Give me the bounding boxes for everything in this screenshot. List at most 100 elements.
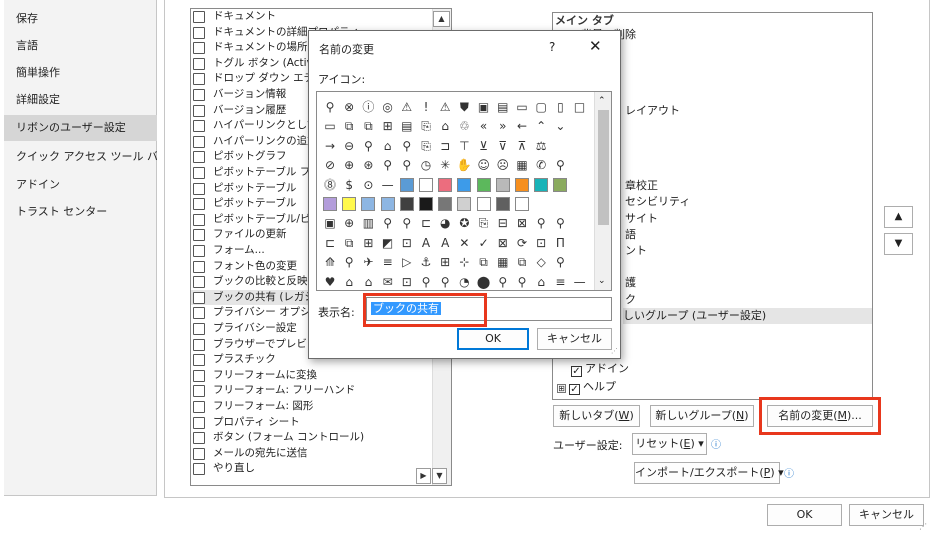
icon-choice[interactable]: □ (571, 98, 589, 116)
icon-choice[interactable]: ⊕ (340, 156, 358, 174)
icon-choice[interactable]: ⎘ (417, 137, 435, 155)
icon-choice[interactable]: ≡ (551, 273, 569, 290)
icon-scroll-down-icon[interactable]: ⌄ (598, 276, 606, 286)
icon-choice[interactable]: ⓘ (359, 98, 377, 116)
icon-choice[interactable]: ⓼ (321, 176, 339, 194)
scroll-down-button[interactable]: ▼ (432, 468, 447, 484)
nav-item-addins[interactable]: アドイン (4, 172, 157, 198)
tree-row-layout[interactable]: レイアウト (625, 103, 680, 119)
icon-choice[interactable]: ⧉ (359, 117, 377, 135)
tree-row-insights[interactable]: サイト (625, 211, 658, 227)
icon-choice[interactable]: ⚲ (398, 137, 416, 155)
icon-choice[interactable]: ▢ (532, 98, 550, 116)
color-swatch-icon[interactable] (419, 197, 433, 211)
color-swatch-icon[interactable] (553, 177, 568, 192)
color-swatch-icon[interactable] (399, 177, 414, 192)
icon-choice[interactable]: ← (513, 117, 531, 135)
tree-row-language[interactable]: 語 (625, 227, 636, 243)
icon-choice[interactable]: A (436, 234, 454, 252)
main-ok-button[interactable]: OK (767, 504, 842, 526)
icon-choice[interactable]: ⌂ (532, 273, 550, 290)
icon-choice[interactable]: ⊐ (436, 137, 454, 155)
tree-row-ink[interactable]: ク (625, 292, 636, 308)
icon-choice[interactable]: — (571, 273, 589, 290)
new-group-button[interactable]: 新しいグループ(N) (650, 405, 754, 427)
icon-choice[interactable]: Π (551, 234, 569, 252)
icon-scroll-thumb[interactable] (598, 110, 609, 225)
tree-row-comments[interactable]: ント (625, 243, 647, 259)
color-swatch-icon[interactable] (495, 177, 510, 192)
dialog-ok-button[interactable]: OK (457, 328, 529, 350)
color-swatch-icon[interactable] (534, 177, 549, 192)
icon-grid-scrollbar[interactable]: ⌃ ⌄ (594, 92, 611, 290)
icon-choice[interactable]: ⧉ (340, 234, 358, 252)
icon-choice[interactable]: ⊏ (321, 234, 339, 252)
tree-row-help[interactable]: ⊞ ✓ ヘルプ (557, 379, 616, 395)
icon-choice[interactable]: ⛊ (455, 98, 473, 116)
move-down-button[interactable]: ▼ (884, 233, 913, 255)
color-swatch-icon[interactable] (495, 197, 510, 211)
icon-choice[interactable]: ⚠ (436, 98, 454, 116)
color-swatch-icon[interactable] (342, 197, 357, 211)
icon-choice[interactable]: ⚲ (398, 214, 416, 232)
icon-choice[interactable]: ⊡ (398, 273, 416, 290)
icon-choice[interactable]: ⌂ (359, 273, 377, 290)
icon-choice[interactable]: ✕ (455, 234, 473, 252)
icon-choice[interactable]: ⊛ (359, 156, 377, 174)
color-swatch-icon[interactable] (457, 197, 472, 211)
color-swatch-icon[interactable] (515, 177, 529, 192)
command-item[interactable]: ドキュメント (191, 9, 431, 25)
icon-choice[interactable]: ⊞ (359, 234, 377, 252)
icon-choice[interactable]: ⌂ (379, 137, 397, 155)
tree-row-new-group[interactable]: しいグループ (ユーザー設定) (623, 308, 872, 324)
icon-choice[interactable]: » (494, 117, 512, 135)
tree-row-protect[interactable]: 護 (625, 275, 636, 291)
icon-choice[interactable]: ⊻ (475, 137, 493, 155)
color-swatch-icon[interactable] (380, 197, 395, 211)
icon-choice[interactable]: « (475, 117, 493, 135)
nav-item-customize-ribbon[interactable]: リボンのユーザー設定 (4, 115, 157, 141)
color-swatch-icon[interactable] (399, 197, 414, 211)
help-icon[interactable]: ? (549, 40, 555, 54)
command-item[interactable]: プロパティ シート (191, 415, 431, 431)
new-tab-button[interactable]: 新しいタブ(W) (553, 405, 640, 427)
dialog-cancel-button[interactable]: キャンセル (537, 328, 612, 350)
icon-choice[interactable]: ⚲ (379, 156, 397, 174)
nav-item-accessibility[interactable]: 簡単操作 (4, 60, 157, 86)
icon-choice[interactable]: ⊠ (494, 234, 512, 252)
icon-choice[interactable]: ⚲ (551, 253, 569, 271)
close-icon[interactable]: ✕ (589, 37, 602, 55)
icon-choice[interactable]: ⌂ (436, 117, 454, 135)
icon-choice[interactable]: $ (340, 176, 358, 194)
icon-choice[interactable]: ⚲ (551, 156, 569, 174)
icon-choice[interactable]: ⚲ (417, 273, 435, 290)
color-swatch-icon[interactable] (476, 197, 491, 211)
color-swatch-icon[interactable] (438, 177, 453, 192)
icon-choice[interactable]: ⊡ (532, 234, 550, 252)
icon-choice[interactable]: A (417, 234, 435, 252)
dialog-resize-grip-icon[interactable]: ⋰ (611, 347, 618, 355)
icon-choice[interactable]: ▤ (494, 98, 512, 116)
nav-item-save[interactable]: 保存 (4, 6, 157, 32)
icon-choice[interactable]: ▣ (475, 98, 493, 116)
color-swatch-icon[interactable] (438, 197, 453, 211)
command-item[interactable]: ボタン (フォーム コントロール) (191, 430, 431, 446)
tree-row-proofing[interactable]: 章校正 (625, 178, 658, 194)
icon-choice[interactable]: ✆ (532, 156, 550, 174)
nav-item-quick-access-toolbar[interactable]: クイック アクセス ツール バー (4, 144, 157, 170)
icon-choice[interactable]: ⚲ (436, 273, 454, 290)
icon-choice[interactable]: ⚲ (321, 98, 339, 116)
command-item[interactable]: フリーフォーム: 図形 (191, 399, 431, 415)
icon-choice[interactable]: ☹ (494, 156, 512, 174)
icon-choice[interactable]: ▣ (321, 214, 339, 232)
icon-choice[interactable]: ⚓ (417, 253, 435, 271)
icon-choice[interactable]: ▤ (398, 117, 416, 135)
command-item[interactable]: メールの宛先に送信 (191, 446, 431, 462)
icon-choice[interactable]: ⚲ (551, 214, 569, 232)
icon-choice[interactable]: ⊼ (513, 137, 531, 155)
icon-choice[interactable]: ⊽ (494, 137, 512, 155)
color-swatch-icon[interactable] (457, 177, 472, 192)
icon-choice[interactable]: ✓ (475, 234, 493, 252)
icon-grid[interactable]: ⚲ ⊗ ⓘ ◎ ⚠! ⚠ ⛊ ▣ ▤ ▭ ▢ ▯ □ ▭ ⧉ ⧉ ⊞ ▤ ⎘ ⌂ ♲ «» ← ⌃ ⌄ → ⊖ ⚲ ⌂ ⚲ ⎘ ⊐ ⊤ ⊻ ⊽ ⊼ ⚖ ⊘… (316, 91, 612, 291)
command-item[interactable]: フリーフォームに変換 (191, 368, 431, 384)
